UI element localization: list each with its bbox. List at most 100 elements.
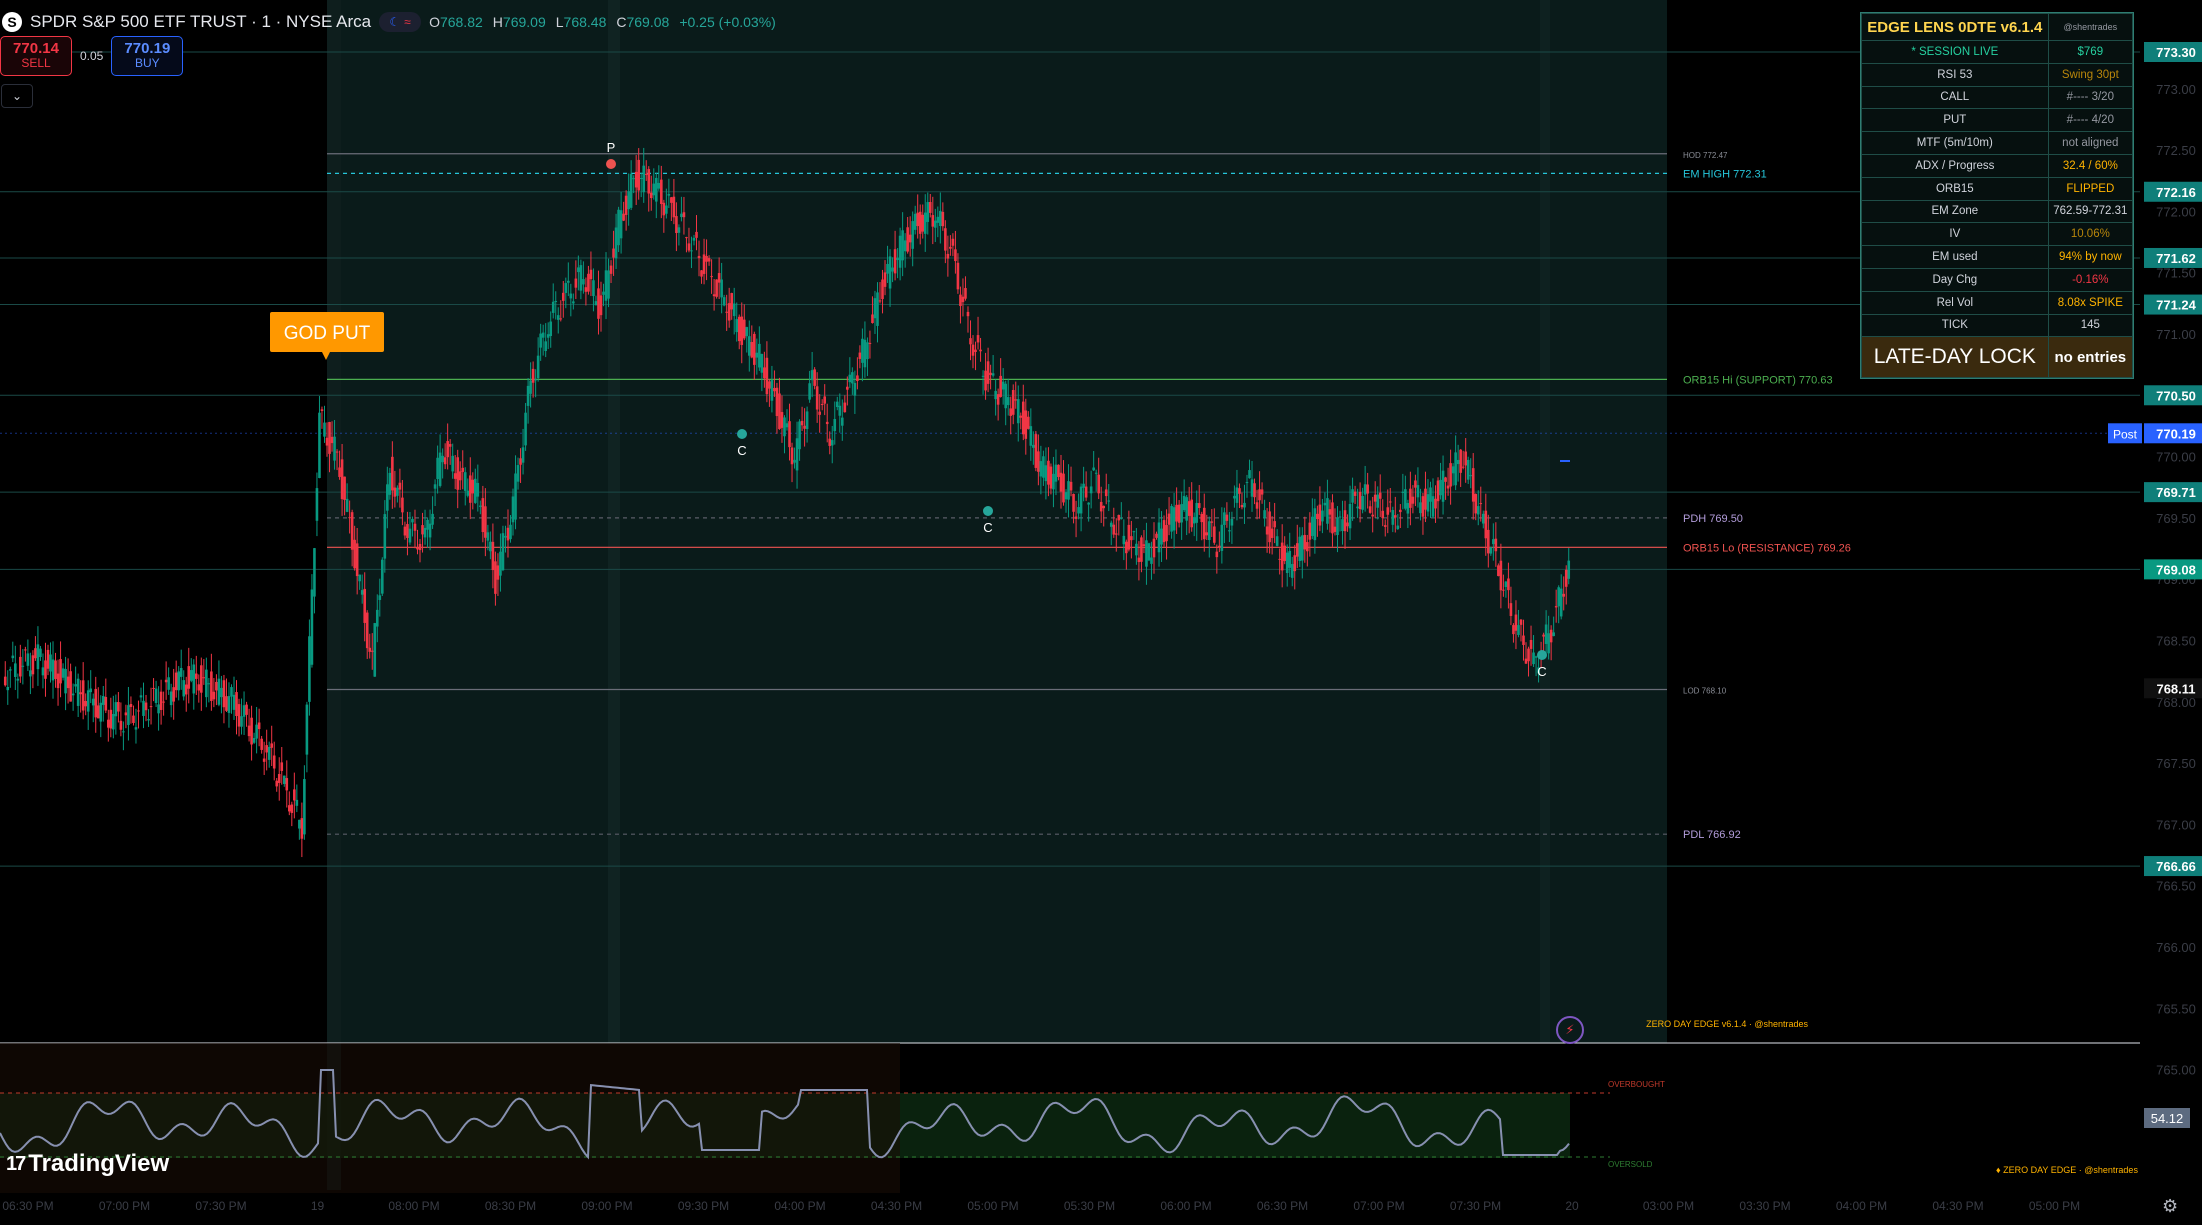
- collapse-button[interactable]: ⌄: [1, 84, 33, 108]
- candle: [936, 216, 940, 223]
- candle: [56, 673, 60, 689]
- candle: [1434, 498, 1437, 509]
- panel-row-label: PUT: [1861, 108, 2049, 133]
- candle: [1200, 513, 1204, 523]
- candle: [1258, 489, 1261, 501]
- candle: [1564, 569, 1568, 587]
- candle: [1376, 494, 1380, 508]
- buy-button[interactable]: 770.19 BUY: [111, 36, 184, 76]
- tradingview-logo[interactable]: 17 TradingView: [6, 1150, 169, 1178]
- candle: [1152, 538, 1156, 558]
- ohlc-item: +0.25 (+0.03%): [679, 14, 776, 30]
- candle: [1235, 487, 1239, 503]
- candle: [1074, 516, 1078, 519]
- panel-row-label: * SESSION LIVE: [1861, 40, 2049, 64]
- candle: [295, 799, 299, 806]
- candle: [1197, 503, 1201, 509]
- candle: [1137, 557, 1141, 563]
- candle: [717, 273, 721, 283]
- candle: [149, 706, 153, 708]
- candle: [428, 523, 432, 538]
- candle: [629, 173, 633, 208]
- buy-label: BUY: [135, 56, 160, 70]
- symbol-title[interactable]: SPDR S&P 500 ETF TRUST · 1 · NYSE Arca: [30, 12, 371, 32]
- call-marker-label: C: [983, 520, 992, 535]
- panel-row-label: TICK: [1861, 313, 2049, 338]
- candle: [237, 704, 241, 727]
- candle: [1509, 603, 1513, 616]
- candle: [401, 497, 404, 513]
- candle: [1240, 504, 1244, 508]
- candle: [81, 680, 85, 711]
- candle: [1092, 467, 1095, 471]
- candle: [896, 257, 899, 261]
- indicator-watermark: ZERO DAY EDGE v6.1.4 · @shentrades: [1646, 1019, 1808, 1029]
- candle: [1321, 510, 1324, 522]
- sell-button[interactable]: 770.14 SELL: [0, 36, 72, 76]
- candle: [300, 818, 304, 839]
- candle: [426, 519, 429, 530]
- candle: [491, 541, 495, 571]
- candle: [795, 438, 799, 471]
- candle: [373, 623, 377, 677]
- candle: [1132, 531, 1136, 533]
- candle: [1260, 489, 1264, 495]
- candle: [398, 482, 402, 490]
- candle: [31, 655, 35, 675]
- candle: [320, 409, 324, 411]
- candle: [1489, 547, 1493, 554]
- time-tick: 09:30 PM: [678, 1199, 729, 1213]
- lod-line-label: LOD 768.10: [1683, 687, 1727, 696]
- candle: [1268, 511, 1271, 543]
- candle: [778, 393, 781, 430]
- candle: [1047, 460, 1050, 485]
- candle: [607, 270, 610, 299]
- price-badge-label: 772.16: [2156, 185, 2196, 200]
- panel-row-label: ADX / Progress: [1861, 153, 2049, 178]
- time-tick: 19: [311, 1199, 325, 1213]
- candle: [1547, 633, 1550, 654]
- candle: [976, 335, 980, 343]
- symbol-logo[interactable]: S: [2, 12, 22, 32]
- candle: [298, 819, 301, 829]
- regular-session-zone: [327, 0, 1667, 1043]
- candle: [232, 694, 236, 710]
- candle: [1406, 503, 1410, 514]
- candle: [230, 687, 233, 697]
- candle: [1383, 525, 1387, 527]
- candle: [210, 671, 213, 701]
- candle: [16, 678, 20, 681]
- sell-label: SELL: [21, 56, 51, 70]
- candle: [1250, 479, 1254, 497]
- candle: [554, 300, 558, 302]
- candle: [536, 355, 540, 379]
- price-badge: 769.08: [2144, 559, 2202, 580]
- candle: [1401, 491, 1405, 493]
- ohlc-item: L768.48: [555, 14, 607, 30]
- candle: [388, 472, 392, 495]
- candle: [74, 684, 77, 687]
- candle: [137, 710, 140, 712]
- candle: [700, 270, 703, 277]
- candle: [1230, 518, 1234, 526]
- peak-marker-dot: [606, 159, 616, 169]
- price-badge: 771.62: [2144, 247, 2202, 268]
- candle: [1293, 555, 1297, 572]
- candle: [1559, 588, 1563, 617]
- candle: [986, 361, 990, 384]
- candle: [260, 738, 263, 750]
- session-mode-toggle[interactable]: ☾ ≈: [379, 12, 422, 32]
- time-tick: 07:30 PM: [195, 1199, 246, 1213]
- panel-row-value: #---- 3/20: [2047, 85, 2134, 110]
- candle: [1295, 543, 1299, 557]
- candle: [818, 411, 821, 415]
- candle: [1549, 629, 1553, 643]
- time-tick: 06:30 PM: [2, 1199, 53, 1213]
- moon-icon: ☾: [389, 15, 401, 29]
- panel-row-label: Rel Vol: [1861, 290, 2049, 315]
- candle: [883, 272, 887, 287]
- candle: [159, 691, 163, 710]
- candle: [1361, 496, 1364, 510]
- settings-gear-icon[interactable]: ⚙: [2162, 1196, 2178, 1217]
- alert-bolt-icon[interactable]: ⚡: [1556, 1016, 1584, 1044]
